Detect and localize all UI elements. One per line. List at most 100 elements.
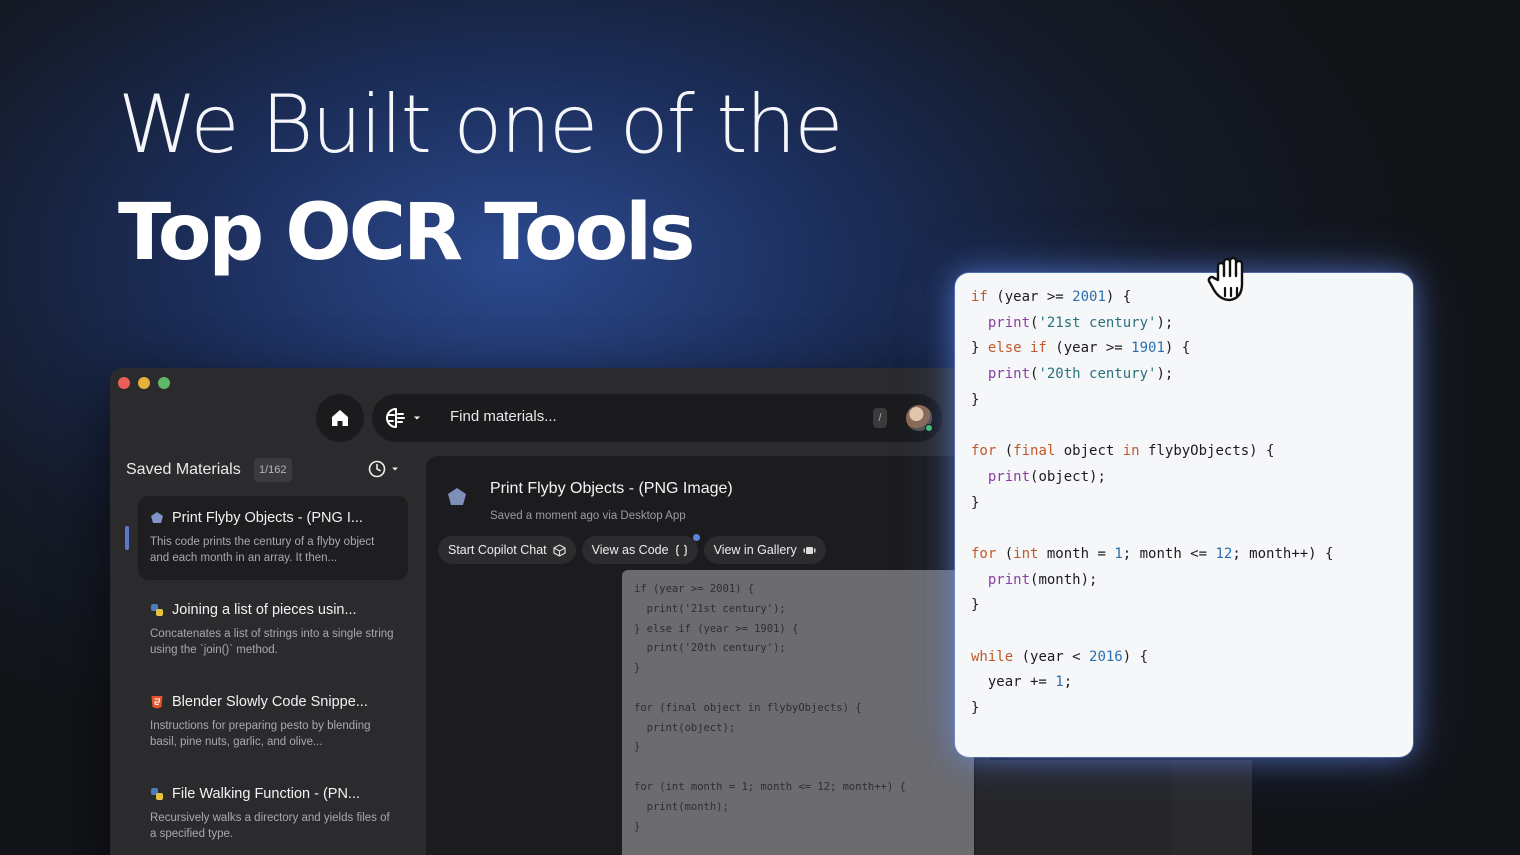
list-item-title: Blender Slowly Code Snippe... xyxy=(172,694,368,710)
list-item-title: File Walking Function - (PN... xyxy=(172,786,361,802)
code-token: (object); xyxy=(1030,468,1106,485)
list-item[interactable]: Blender Slowly Code Snippe... Instructio… xyxy=(138,680,408,764)
close-window-button[interactable] xyxy=(118,377,130,389)
home-button[interactable] xyxy=(316,394,364,442)
code-token: print xyxy=(987,571,1031,588)
code-line: for (final object in flybyObjects) { xyxy=(971,439,1397,465)
code-line: for (int month = 1; month <= 12; month++… xyxy=(971,542,1397,568)
material-saved-meta: Saved a moment ago via Desktop App xyxy=(490,510,686,522)
online-status-dot xyxy=(925,424,933,432)
python-icon xyxy=(151,788,163,800)
code-token: 2001 xyxy=(1072,289,1106,305)
view-as-code-button[interactable]: View as Code xyxy=(581,534,700,564)
code-token: print xyxy=(987,366,1031,383)
material-actions: Start Copilot Chat View as Code View in … xyxy=(438,534,826,564)
code-line: print('20th century'); xyxy=(971,362,1397,388)
code-line: } xyxy=(971,593,1397,619)
list-item-description: Instructions for preparing pesto by blen… xyxy=(150,720,371,748)
image-icon xyxy=(151,512,163,523)
sidebar: Saved Materials 1/162 Print Flyby Object… xyxy=(110,456,422,855)
code-token: object xyxy=(1055,443,1123,460)
list-item-title: Joining a list of pieces usin... xyxy=(172,602,357,618)
code-token: (year >= xyxy=(987,289,1073,305)
background-panel xyxy=(1172,760,1252,855)
code-token: ) { xyxy=(1105,289,1132,305)
search-shortcut-hint: / xyxy=(873,408,887,428)
list-item[interactable]: File Walking Function - (PN... Recursive… xyxy=(138,772,408,855)
material-detail-panel: Print Flyby Objects - (PNG Image) Saved … xyxy=(426,456,990,855)
code-token: month = xyxy=(1038,545,1115,562)
code-token: int xyxy=(1013,545,1039,562)
code-token: '21st century' xyxy=(1038,314,1157,331)
code-token: 1 xyxy=(1055,674,1064,691)
start-copilot-chat-button[interactable]: Start Copilot Chat xyxy=(438,536,576,564)
code-token: 2016 xyxy=(1089,648,1123,665)
code-line: if (year >= 2001) { xyxy=(971,285,1397,311)
code-line: year += 1; xyxy=(971,670,1397,696)
code-token: } xyxy=(971,494,980,511)
code-token: (month); xyxy=(1030,571,1098,588)
code-token: 12 xyxy=(1215,545,1233,562)
code-token: flybyObjects) { xyxy=(1139,443,1275,460)
python-icon xyxy=(151,604,163,616)
notification-dot xyxy=(692,534,700,541)
code-token: ); xyxy=(1156,314,1174,331)
code-token: in xyxy=(1122,443,1140,460)
code-token: print xyxy=(987,468,1031,485)
grab-cursor-icon xyxy=(1207,256,1244,302)
code-token: year += xyxy=(971,674,1056,691)
code-line: } xyxy=(971,696,1397,722)
search-input[interactable] xyxy=(450,408,830,425)
materials-count-badge: 1/162 xyxy=(254,458,292,482)
code-token: else if xyxy=(987,340,1047,357)
chevron-down-icon xyxy=(414,416,420,420)
copilot-icon xyxy=(553,543,566,557)
code-token: ; month++) { xyxy=(1232,545,1334,562)
history-filter-button[interactable] xyxy=(368,460,400,478)
code-token: } xyxy=(971,597,980,614)
minimize-window-button[interactable] xyxy=(138,377,150,389)
list-item-title: Print Flyby Objects - (PNG I... xyxy=(172,510,363,526)
list-item[interactable]: Print Flyby Objects - (PNG I... This cod… xyxy=(138,496,408,580)
code-token: for xyxy=(971,545,997,562)
view-in-gallery-button[interactable]: View in Gallery xyxy=(703,536,826,564)
code-token: if xyxy=(971,289,988,305)
start-copilot-chat-label: Start Copilot Chat xyxy=(448,543,547,557)
code-token: (year < xyxy=(1013,648,1090,665)
code-token: } xyxy=(971,340,988,357)
code-line: print(object); xyxy=(971,465,1397,491)
code-token: ; xyxy=(1063,674,1073,691)
home-icon xyxy=(332,410,348,426)
view-in-gallery-label: View in Gallery xyxy=(713,543,797,557)
active-item-indicator xyxy=(125,526,129,550)
code-line: } xyxy=(971,388,1397,414)
hero-heading-line2: Top OCR Tools xyxy=(118,188,695,278)
gallery-icon xyxy=(803,546,816,554)
code-token: ) { xyxy=(1164,340,1191,357)
code-token: ); xyxy=(1156,366,1174,383)
search-mode-toggle[interactable] xyxy=(384,406,422,430)
image-icon xyxy=(448,488,466,505)
code-token: ( xyxy=(996,545,1014,562)
code-image-preview: if (year >= 2001) { print('21st century'… xyxy=(622,570,974,855)
extracted-code-card[interactable]: if (year >= 2001) { print('21st century'… xyxy=(955,273,1413,757)
code-token: } xyxy=(971,700,980,716)
zoom-window-button[interactable] xyxy=(158,377,170,389)
search-bar: / xyxy=(372,394,942,442)
code-token: ; month <= xyxy=(1122,545,1216,562)
code-token: } xyxy=(971,391,980,408)
list-item-description: This code prints the century of a flyby … xyxy=(150,536,375,564)
material-title: Print Flyby Objects - (PNG Image) xyxy=(490,480,733,497)
list-item[interactable]: Joining a list of pieces usin... Concate… xyxy=(138,588,408,672)
code-token: (year >= xyxy=(1046,340,1132,357)
app-window: / Saved Materials 1/162 Print Flyby Obje… xyxy=(110,368,990,855)
code-line: } xyxy=(971,491,1397,517)
list-item-description: Recursively walks a directory and yields… xyxy=(150,812,390,840)
